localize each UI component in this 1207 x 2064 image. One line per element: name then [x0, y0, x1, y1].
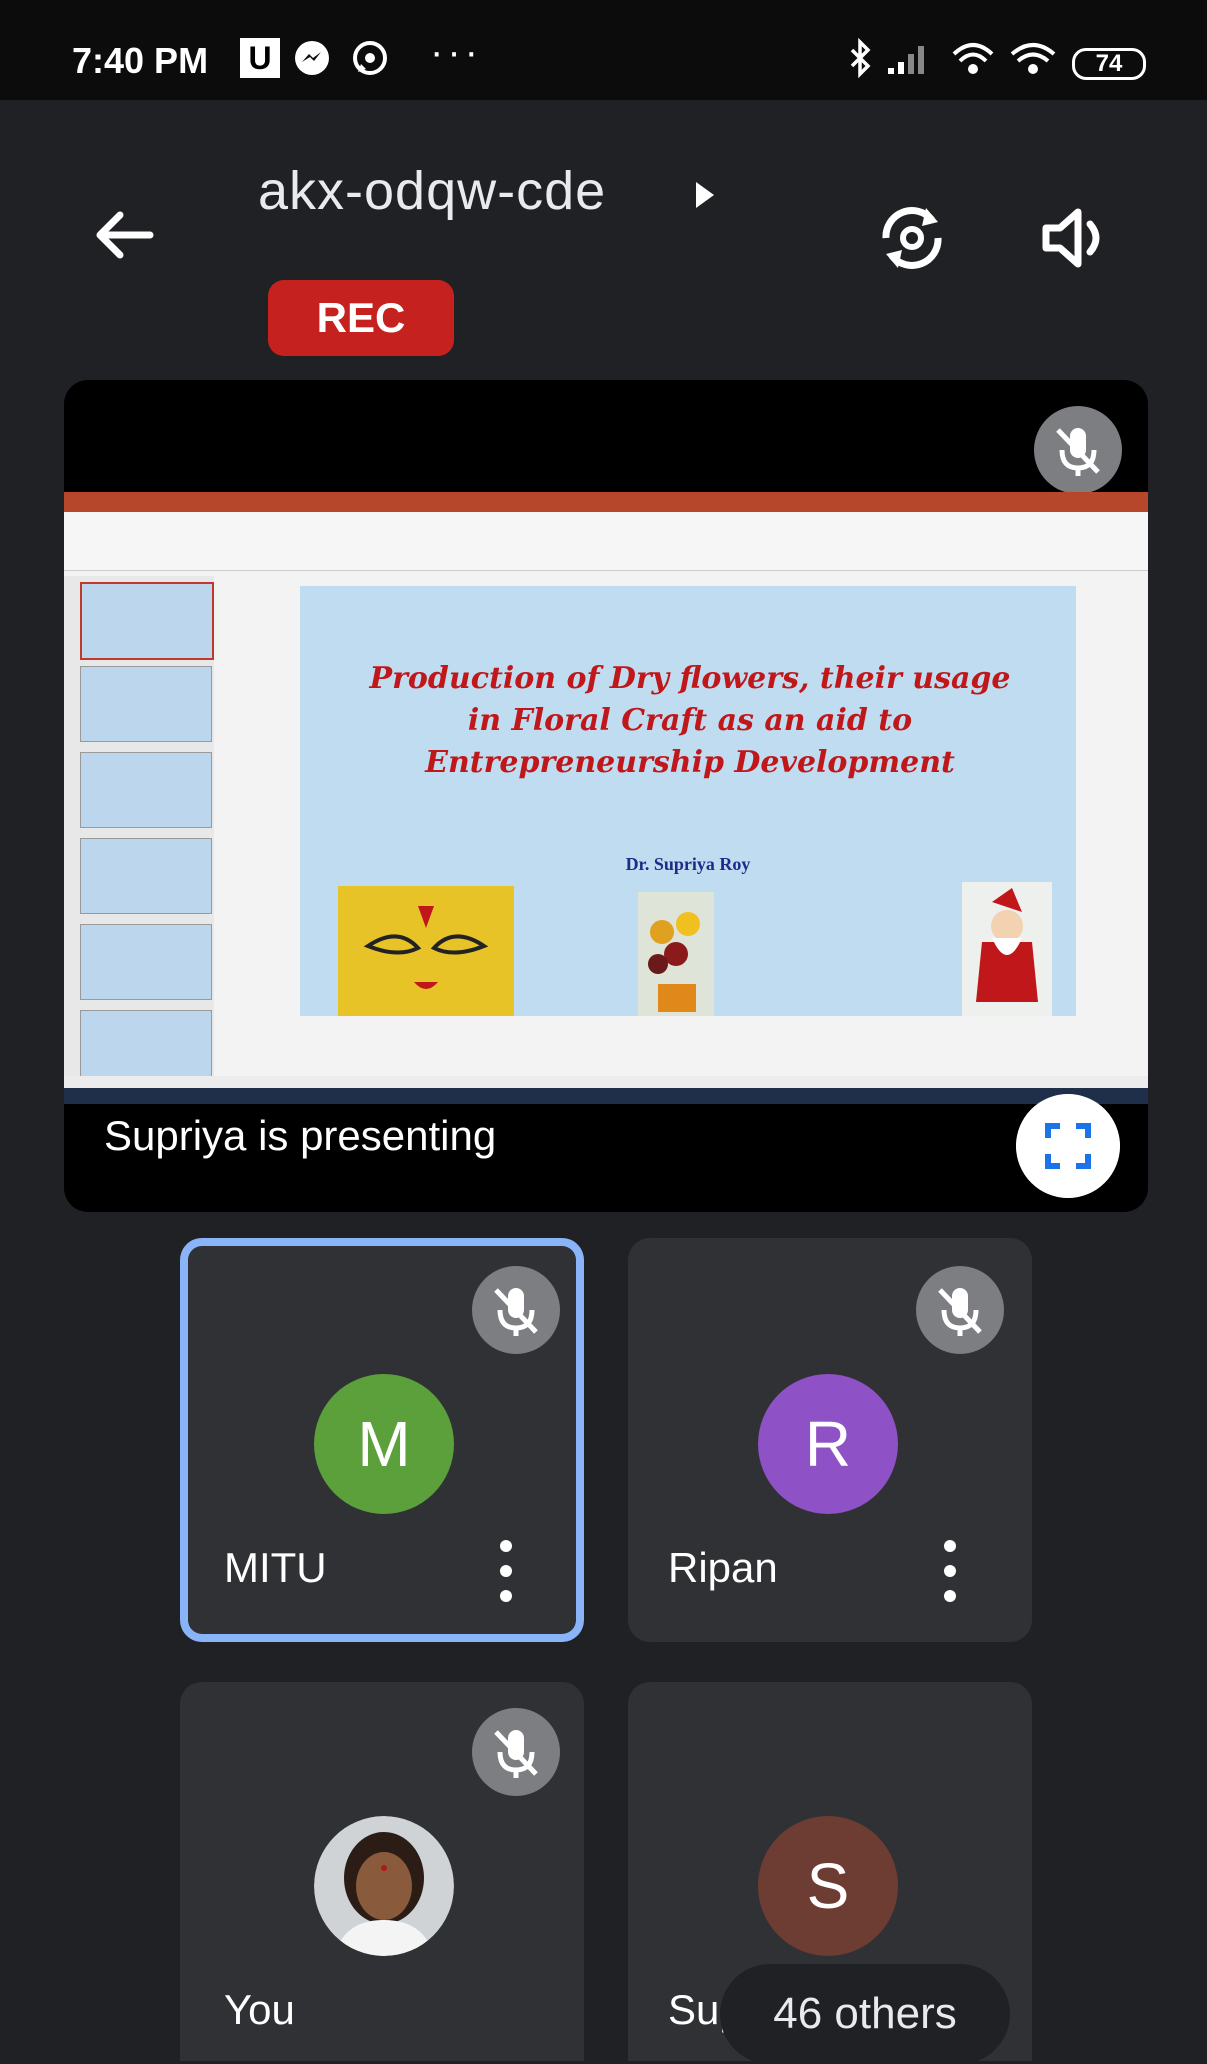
whatsapp-icon [353, 41, 387, 75]
status-bar: 7:40 PM U ··· 74 [0, 0, 1207, 100]
slide-author: Dr. Supriya Roy [625, 854, 751, 874]
shared-screen: Production of Dry flowers, their usage i… [64, 492, 1148, 1104]
slide-thumbnail [80, 752, 212, 828]
ppt-status-bar [64, 1076, 1148, 1088]
ppt-title-bar [64, 492, 1148, 512]
slide-title-line: Production of Dry flowers, their usage [369, 661, 1011, 696]
slide-thumbnail [80, 1010, 212, 1086]
back-arrow-icon[interactable] [90, 200, 160, 270]
slide-thumbnail [80, 666, 212, 742]
mic-off-icon [1034, 406, 1122, 494]
slide-thumbnail [80, 582, 214, 660]
signal-icon [888, 46, 924, 74]
participant-name: Ripan [668, 1544, 778, 1591]
switch-camera-icon[interactable] [872, 198, 952, 278]
avatar: S [758, 1816, 898, 1956]
more-notifications-icon: ··· [430, 30, 482, 74]
mic-off-icon [472, 1708, 560, 1796]
ppt-ribbon [64, 512, 1148, 571]
fullscreen-icon[interactable] [1016, 1094, 1120, 1198]
slide-thumbnail [80, 924, 212, 1000]
caret-right-icon[interactable] [692, 180, 718, 210]
wifi-icon [952, 43, 994, 74]
avatar [314, 1816, 454, 1956]
bluetooth-icon [850, 38, 871, 78]
dry-flowers-image [638, 892, 714, 1016]
participant-name: MITU [224, 1544, 327, 1591]
speaker-icon[interactable] [1036, 198, 1116, 278]
windows-taskbar [64, 1088, 1148, 1104]
santa-craft-image [962, 882, 1052, 1016]
recording-badge: REC [268, 280, 454, 356]
participant-name: You [224, 1986, 295, 2033]
status-time: 7:40 PM [72, 40, 209, 81]
mic-off-icon [916, 1266, 1004, 1354]
slide-thumbnails [64, 576, 214, 1086]
slide-title: Production of Dry flowers, their usage i… [340, 658, 1040, 784]
durga-craft-image [338, 886, 514, 1016]
current-slide: Production of Dry flowers, their usage i… [300, 586, 1076, 1016]
avatar: M [314, 1374, 454, 1514]
mic-off-icon [472, 1266, 560, 1354]
meeting-code[interactable]: akx-odqw-cde [258, 160, 606, 222]
battery-level: 74 [1072, 48, 1146, 80]
more-options-icon[interactable] [486, 1536, 526, 1606]
avatar: R [758, 1374, 898, 1514]
messenger-icon [295, 41, 329, 75]
app-u-icon: U [240, 38, 280, 78]
wifi-icon [1010, 43, 1056, 74]
slide-thumbnail [80, 838, 212, 914]
slide-title-line: Entrepreneurship Development [425, 745, 955, 780]
slide-title-line: in Floral Craft as an aid to [467, 703, 913, 738]
more-options-icon[interactable] [930, 1536, 970, 1606]
presenting-status: Supriya is presenting [104, 1112, 497, 1159]
others-count-button[interactable]: 46 others [720, 1964, 1010, 2064]
